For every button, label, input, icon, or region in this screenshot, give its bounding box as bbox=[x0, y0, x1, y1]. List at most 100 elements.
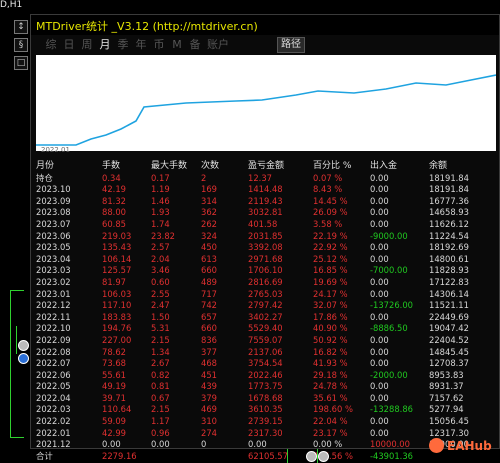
cell-month: 2022.07 bbox=[36, 358, 71, 369]
cell-percent: 16.82 % bbox=[313, 346, 348, 357]
table-row[interactable]: 2023.05 135.43 2.57 450 3392.08 22.92 % 0.00 18… bbox=[36, 242, 500, 254]
cell-balance: 8953.83 bbox=[429, 369, 464, 380]
header-max-lots[interactable]: 最大手数 bbox=[151, 161, 187, 173]
table-row[interactable]: 2023.08 88.00 1.93 362 3032.81 26.09 % 0.00 146… bbox=[36, 207, 500, 219]
table-row[interactable]: 2022.08 78.62 1.34 377 2137.06 16.82 % 0.00 148… bbox=[36, 347, 500, 359]
table-row[interactable]: 2023.02 81.97 0.60 489 2816.69 19.69 % 0.00 171… bbox=[36, 277, 500, 289]
cell-percent: 40.90 % bbox=[313, 323, 348, 334]
trade-marker-icon[interactable] bbox=[318, 451, 329, 462]
cell-percent: 22.04 % bbox=[313, 416, 348, 427]
cell-month: 2022.04 bbox=[36, 392, 71, 403]
cell-deposit: 0.00 bbox=[370, 334, 389, 345]
tab-account[interactable]: 账户 bbox=[205, 37, 231, 53]
cell-balance: 8931.37 bbox=[429, 381, 464, 392]
table-row[interactable]: 2022.10 194.76 5.31 660 5529.40 40.90 % -8886.… bbox=[36, 323, 500, 335]
table-row[interactable]: 2022.06 55.61 0.82 451 2022.46 29.18 % -2000.0… bbox=[36, 370, 500, 382]
cell-deposit: 0.00 bbox=[370, 311, 389, 322]
cell-month: 2023.07 bbox=[36, 218, 71, 229]
trade-marker-icon[interactable] bbox=[18, 353, 29, 364]
cell-percent: 32.07 % bbox=[313, 300, 348, 311]
tab-currency[interactable]: 币 bbox=[151, 37, 167, 53]
tab-day[interactable]: 日 bbox=[61, 37, 77, 53]
table-row[interactable]: 2022.11 183.83 1.50 657 3402.27 17.86 % 0.00 22… bbox=[36, 312, 500, 324]
cell-trades: 324 bbox=[201, 230, 217, 241]
cell-trades: 468 bbox=[201, 358, 217, 369]
indicator-line bbox=[16, 326, 17, 354]
trade-marker-icon[interactable] bbox=[306, 451, 317, 462]
stats-panel: MTDriver统计 _V3.12 (http://mtdriver.cn) 综… bbox=[30, 14, 500, 461]
total-deposit: -43901.36 bbox=[370, 450, 413, 461]
cell-lots: 81.97 bbox=[102, 276, 126, 287]
cell-trades: 262 bbox=[201, 218, 217, 229]
table-row[interactable]: 2022.12 117.10 2.47 742 2797.42 32.07 % -13726… bbox=[36, 300, 500, 312]
table-row[interactable]: 2022.02 59.09 1.17 310 2739.15 22.04 % 0.00 150… bbox=[36, 416, 500, 428]
tab-week[interactable]: 周 bbox=[79, 37, 95, 53]
cell-deposit: -7000.00 bbox=[370, 265, 408, 276]
tab-note[interactable]: 备 bbox=[187, 37, 203, 53]
header-month[interactable]: 月份 bbox=[36, 161, 54, 173]
table-row[interactable]: 2023.07 60.85 1.74 262 401.58 3.58 % 0.00 11626… bbox=[36, 219, 500, 231]
cell-max-lots: 5.31 bbox=[151, 323, 170, 334]
cell-profit: 3392.08 bbox=[248, 242, 283, 253]
cell-max-lots: 1.17 bbox=[151, 416, 170, 427]
cell-profit: 2739.15 bbox=[248, 416, 283, 427]
tab-quarter[interactable]: 季 bbox=[115, 37, 131, 53]
table-row[interactable]: 2023.10 42.19 1.19 169 1414.48 8.43 % 0.00 1819… bbox=[36, 184, 500, 196]
table-row[interactable]: 2022.03 110.64 2.15 469 3610.35 198.60 % -1328… bbox=[36, 404, 500, 416]
cell-percent: 19.69 % bbox=[313, 276, 348, 287]
cell-percent: 22.19 % bbox=[313, 230, 348, 241]
tab-magic[interactable]: M bbox=[169, 37, 185, 53]
cell-lots: 106.03 bbox=[102, 288, 132, 299]
header-trades[interactable]: 次数 bbox=[201, 161, 219, 173]
tab-month[interactable]: 月 bbox=[97, 37, 113, 53]
table-row[interactable]: 2022.09 227.00 2.15 836 7559.07 50.92 % 0.00 22… bbox=[36, 335, 500, 347]
cell-trades: 836 bbox=[201, 334, 217, 345]
equity-start-date: 2022.01 bbox=[41, 146, 70, 154]
tab-year[interactable]: 年 bbox=[133, 37, 149, 53]
cell-deposit: 0.00 bbox=[370, 288, 389, 299]
cell-lots: 106.14 bbox=[102, 253, 132, 264]
cell-max-lots: 0.17 bbox=[151, 172, 170, 183]
trade-marker-icon[interactable] bbox=[18, 340, 29, 351]
cell-trades: 660 bbox=[201, 323, 217, 334]
cell-deposit: 0.00 bbox=[370, 381, 389, 392]
table-row[interactable]: 持仓 0.34 0.17 2 12.37 0.07 % 0.00 18191.84 bbox=[36, 173, 500, 185]
cell-max-lots: 0.67 bbox=[151, 392, 170, 403]
cell-lots: 227.00 bbox=[102, 334, 132, 345]
cell-profit: 3610.35 bbox=[248, 404, 283, 415]
cell-trades: 439 bbox=[201, 381, 217, 392]
cell-profit: 12.37 bbox=[248, 172, 272, 183]
table-row[interactable]: 2023.09 81.32 1.46 314 2119.43 14.45 % 0.00 167… bbox=[36, 196, 500, 208]
header-balance[interactable]: 余额 bbox=[429, 161, 447, 173]
table-row[interactable]: 2023.06 219.03 23.82 324 2031.85 22.19 % -9000… bbox=[36, 231, 500, 243]
cell-balance: 12708.37 bbox=[429, 358, 469, 369]
table-row[interactable]: 2022.05 49.19 0.81 439 1773.75 24.78 % 0.00 893… bbox=[36, 381, 500, 393]
table-row[interactable]: 2022.07 73.68 2.67 468 3754.54 41.93 % 0.00 127… bbox=[36, 358, 500, 370]
cell-balance: 7157.62 bbox=[429, 392, 464, 403]
cell-trades: 489 bbox=[201, 276, 217, 287]
header-percent[interactable]: 百分比 % bbox=[313, 161, 351, 173]
cell-max-lots: 1.50 bbox=[151, 311, 170, 322]
table-row[interactable]: 2023.01 106.03 2.55 717 2765.03 24.17 % 0.00 14… bbox=[36, 289, 500, 301]
cell-month: 2022.12 bbox=[36, 300, 71, 311]
expand-button[interactable]: ↕ bbox=[14, 20, 28, 34]
cell-trades: 310 bbox=[201, 416, 217, 427]
header-profit[interactable]: 盈亏金额 bbox=[248, 161, 284, 173]
cell-month: 2023.04 bbox=[36, 253, 71, 264]
path-button[interactable]: 路径 bbox=[277, 37, 305, 53]
window-button[interactable]: □ bbox=[14, 56, 28, 70]
cell-month: 2022.05 bbox=[36, 381, 71, 392]
cell-percent: 24.17 % bbox=[313, 288, 348, 299]
cell-trades: 450 bbox=[201, 242, 217, 253]
table-row[interactable]: 2023.03 125.57 3.46 660 1706.10 16.85 % -7000.… bbox=[36, 265, 500, 277]
cell-percent: 41.93 % bbox=[313, 358, 348, 369]
settings-button[interactable]: § bbox=[14, 38, 28, 52]
table-row[interactable]: 2022.04 39.71 0.67 379 1678.68 35.61 % 0.00 715… bbox=[36, 393, 500, 405]
cell-month: 2021.12 bbox=[36, 439, 71, 450]
tab-overview[interactable]: 综 bbox=[43, 37, 59, 53]
header-lots[interactable]: 手数 bbox=[102, 161, 120, 173]
table-row[interactable]: 2023.04 106.14 2.04 613 2971.68 25.12 % 0.00 14… bbox=[36, 254, 500, 266]
cell-lots: 42.99 bbox=[102, 427, 126, 438]
header-deposit[interactable]: 出入金 bbox=[370, 161, 397, 173]
equity-curve bbox=[36, 55, 496, 151]
